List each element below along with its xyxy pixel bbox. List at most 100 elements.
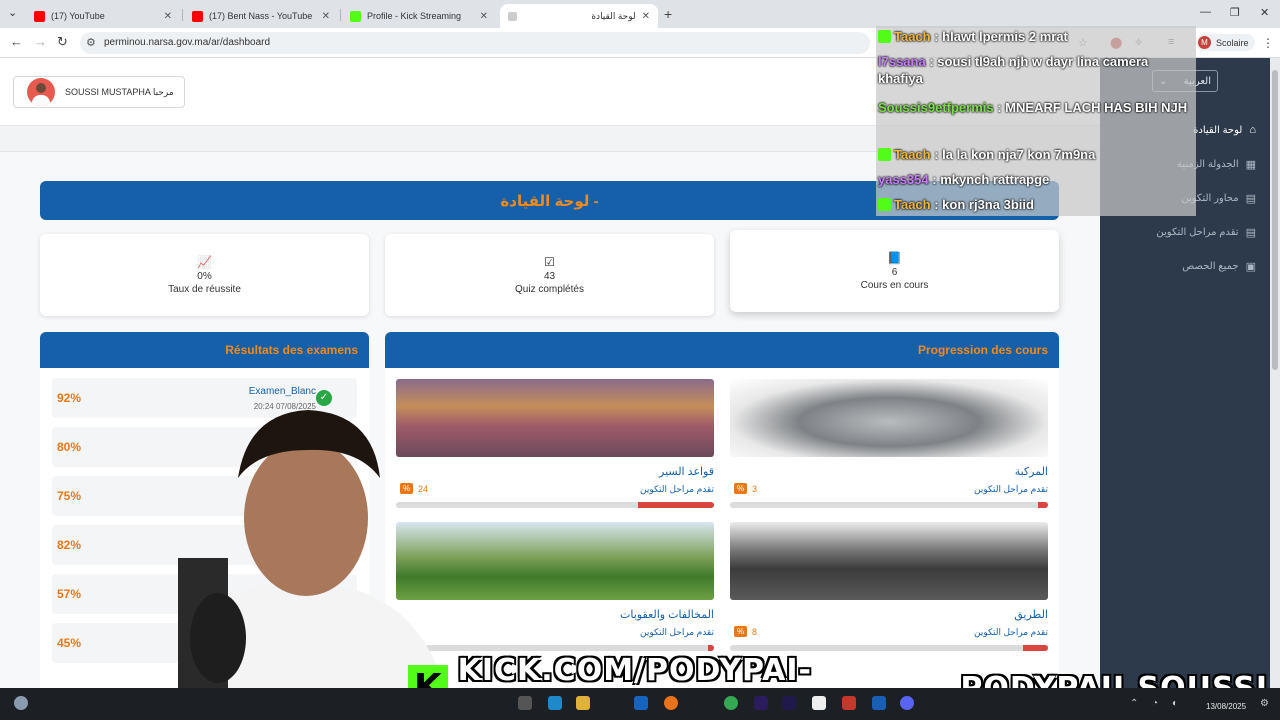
tab-bent-nass[interactable]: (17) Bent Nass - YouTube ✕ [184,4,338,28]
start-icon[interactable] [14,696,28,710]
scrollbar-thumb[interactable] [1272,70,1278,370]
percent-badge: % [734,483,748,494]
new-tab-button[interactable]: + [664,6,672,22]
percent-badge: % [734,626,748,637]
close-icon[interactable]: ✕ [164,11,172,22]
firefox-icon[interactable] [664,696,678,710]
settings-icon[interactable]: ⚙ [1260,698,1269,709]
chat-user: Taach [894,29,931,44]
chat-text: : la la kon nja7 kon 7m9na [934,147,1096,162]
stat-value: 43 [543,271,556,282]
tab-dashboard[interactable]: لوحة القيادة ✕ [500,4,658,28]
sidebar-item-all-sessions[interactable]: جميع الحصص ▣ [1182,260,1256,273]
url-text[interactable]: perminou.narsa.gov.ma/ar/dashboard [104,37,270,48]
course-progress-label: تقدم مراحل التكوين [640,484,714,494]
list-icon: ▣ [1245,261,1256,273]
progress-fill [707,645,714,651]
tab-label: (17) YouTube [51,11,105,21]
folder-icon[interactable] [576,696,590,710]
tab-youtube[interactable]: (17) YouTube ✕ [26,4,180,28]
course-progress-grid: قواعد السير % 24 تقدم مراحل التكوين المر… [385,368,1059,688]
stream-chat-overlay: Taach : hlawt lpermis 2 mrat l7ssana : s… [876,26,1196,216]
capcut-icon[interactable] [812,696,826,710]
user-welcome[interactable]: SOUSSI MUSTAPHA مرحبا [13,76,185,108]
taskbar-app-icon[interactable] [872,696,886,710]
page-icon [508,11,517,21]
chart-line-icon: 📈 [197,255,212,269]
book-icon: 📘 [887,251,902,265]
after-effects-icon[interactable] [782,696,796,710]
site-info-icon[interactable]: ⚙ [86,36,96,49]
chrome-icon[interactable] [724,696,738,710]
kick-badge-icon [878,148,891,161]
kick-badge-icon [878,198,891,211]
stat-value: 6 [891,267,898,278]
premiere-icon[interactable] [754,696,768,710]
back-button[interactable]: ← [10,34,23,49]
book-icon: ▤ [1245,193,1256,205]
network-icon[interactable]: ◔ [1152,698,1158,709]
minimize-button[interactable]: — [1200,6,1211,18]
browser-menu-icon[interactable]: ⋮ [1262,36,1274,50]
taskbar-date: 13/08/2025 [1206,702,1247,711]
chat-user: l7ssana [878,54,926,69]
youtube-icon [192,10,203,22]
taskbar-app-icon[interactable] [518,696,532,710]
kick-icon [350,10,361,22]
discord-icon[interactable] [900,696,914,710]
sidebar-item-label: لوحة القيادة [1193,124,1243,136]
taskbar-app-icon[interactable] [842,696,856,710]
chat-user: Taach [894,197,931,212]
course-image [730,522,1048,600]
maximize-button[interactable]: ❐ [1230,6,1240,19]
avatar: M [1198,36,1211,49]
sidebar-item-label: تقدم مراحل التكوين [1156,227,1239,238]
close-icon[interactable]: ✕ [480,11,488,22]
progress-bar [730,645,1048,651]
tab-search-icon[interactable]: ⌄ [8,6,17,19]
sidebar-item-dashboard[interactable]: لوحة القيادة ⌂ [1193,124,1256,136]
chat-user: Soussis9etfpermis [878,100,994,115]
stat-quiz-completed: ☑ 43 Quiz complétés [385,234,714,316]
close-icon[interactable]: ✕ [322,11,330,22]
volume-icon[interactable]: ◐ [1172,698,1178,709]
outlook-icon[interactable] [634,696,648,710]
youtube-icon [34,10,45,22]
progress-fill [1038,502,1048,508]
chat-message: Taach : kon rj3na 3biid [878,196,1194,213]
course-name[interactable]: المركبة [730,465,1048,478]
result-percent: 82% [57,538,82,552]
home-icon: ⌂ [1249,124,1256,136]
tab-label: لوحة القيادة [591,10,636,21]
reload-button[interactable]: ↻ [57,34,68,50]
sidebar-item-label: جميع الحصص [1182,261,1239,272]
course-card[interactable]: المركبة % 3 تقدم مراحل التكوين [730,379,1048,508]
sidebar-item-training-progress[interactable]: تقدم مراحل التكوين ▤ [1156,226,1256,239]
checklist-icon: ☑ [544,255,555,269]
profile-button[interactable]: M Scolaire [1196,34,1255,51]
course-card[interactable]: الطريق % 8 تقدم مراحل التكوين [730,522,1048,651]
forward-button[interactable]: → [34,34,47,49]
course-value: 3 [752,484,758,494]
chat-text: : MNEARF LACH HAS BIH NJH [997,100,1188,115]
course-progress-label: تقدم مراحل التكوين [640,627,714,637]
chat-user: yass354 [878,172,929,187]
tab-kick-profile[interactable]: Profile - Kick Streaming ✕ [342,4,496,28]
close-icon[interactable]: ✕ [642,11,650,22]
profile-label: Scolaire [1216,37,1249,48]
exam-name[interactable]: Examen_Blanc [249,386,316,397]
chevron-up-icon[interactable]: ⌃ [1130,698,1138,709]
stat-label: Cours en cours [860,280,929,291]
stat-label: Quiz complétés [515,284,584,295]
edge-icon[interactable] [548,696,562,710]
progress-bar [730,502,1048,508]
kick-badge-icon [878,30,891,43]
window-close-button[interactable]: ✕ [1260,6,1269,19]
course-name[interactable]: الطريق [730,608,1048,621]
stat-value: 0% [197,271,212,282]
calendar-icon: ▦ [1245,159,1256,171]
book-icon: ▤ [1245,227,1256,239]
avatar [27,78,55,106]
tab-label: (17) Bent Nass - YouTube [209,11,313,21]
result-percent: 92% [57,391,82,405]
